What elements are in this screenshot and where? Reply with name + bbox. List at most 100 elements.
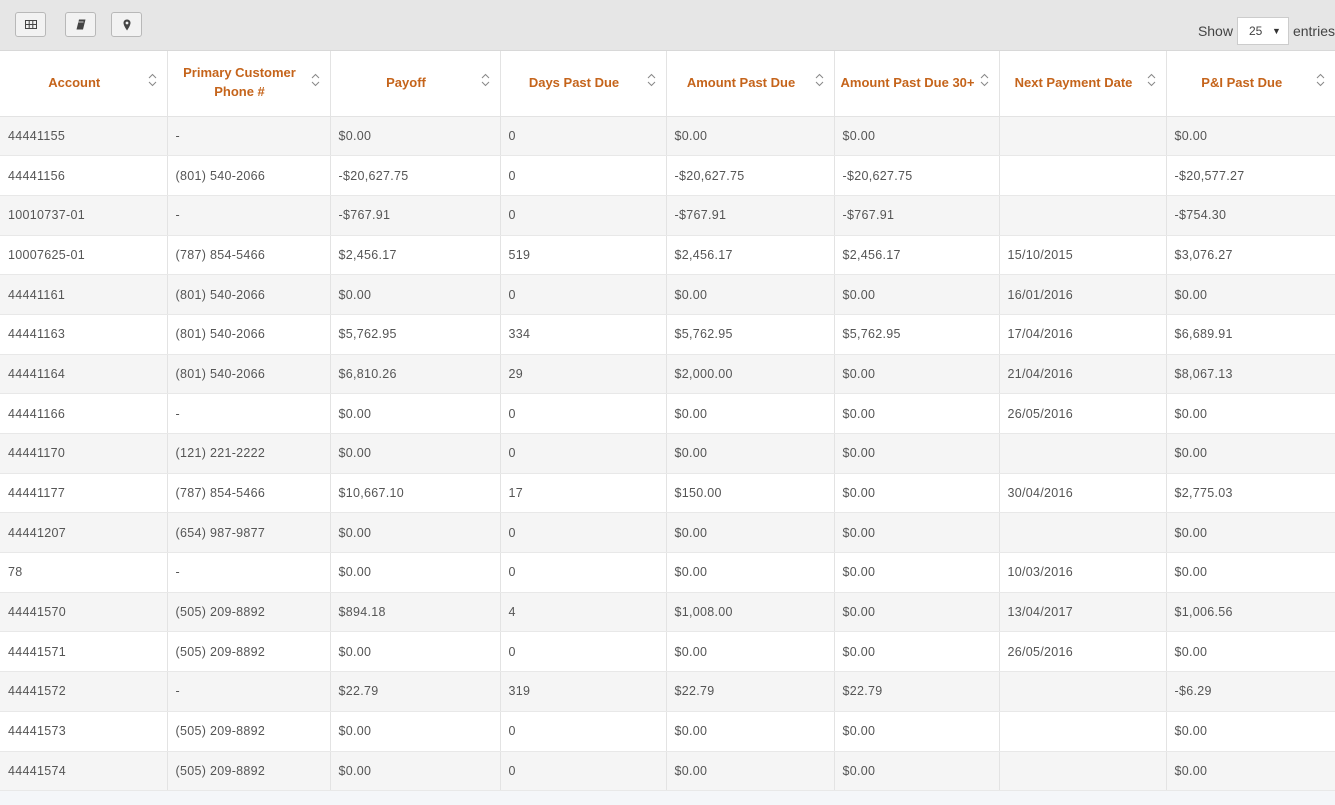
cell-amount-past-due-30: $0.00 xyxy=(834,116,1000,157)
map-view-button[interactable] xyxy=(111,12,142,37)
cell-pi-past-due: $8,067.13 xyxy=(1166,354,1335,395)
cell-payoff: $0.00 xyxy=(330,393,501,434)
cell-next-payment-date xyxy=(999,512,1167,554)
table-row[interactable]: 44441156 (801) 540-2066 -$20,627.75 0 -$20,6… xyxy=(0,155,1335,196)
cell-account: 44441166 xyxy=(0,393,168,434)
table-row[interactable]: 44441163 (801) 540-2066 $5,762.95 334 $5,762… xyxy=(0,314,1335,355)
table-grid-icon xyxy=(24,20,37,29)
cell-amount-past-due-30: $0.00 xyxy=(834,512,1000,554)
column-header-label: Account xyxy=(48,74,101,90)
column-header-pi-past-due[interactable]: P&I Past Due xyxy=(1166,51,1335,117)
table-row[interactable]: 10007625-01 (787) 854-5466 $2,456.17 519 $2,… xyxy=(0,235,1335,276)
cell-primary-customer-phone: - xyxy=(167,552,331,593)
cell-days-past-due: 0 xyxy=(500,631,667,673)
cell-pi-past-due: $0.00 xyxy=(1166,393,1335,434)
cell-amount-past-due-30: $22.79 xyxy=(834,671,1000,712)
cell-next-payment-date: 10/03/2016 xyxy=(999,552,1167,593)
cell-payoff: $0.00 xyxy=(330,512,501,554)
cell-payoff: $2,456.17 xyxy=(330,235,501,276)
cell-account: 44441573 xyxy=(0,711,168,752)
table-row[interactable]: 44441170 (121) 221-2222 $0.00 0 $0.00 $0.00 $0… xyxy=(0,433,1335,474)
cell-amount-past-due-30: $0.00 xyxy=(834,393,1000,434)
cell-amount-past-due: $2,000.00 xyxy=(666,354,835,395)
cell-next-payment-date: 21/04/2016 xyxy=(999,354,1167,395)
column-header-payoff[interactable]: Payoff xyxy=(330,51,501,117)
sort-icon xyxy=(1316,73,1325,87)
table-view-button[interactable] xyxy=(15,12,46,37)
cell-payoff: $0.00 xyxy=(330,631,501,673)
cell-primary-customer-phone: (801) 540-2066 xyxy=(167,354,331,395)
book-icon xyxy=(76,19,85,30)
table-row[interactable]: 44441570 (505) 209-8892 $894.18 4 $1,008.00 $… xyxy=(0,592,1335,633)
column-header-label: Next Payment Date xyxy=(1014,74,1133,90)
cell-next-payment-date xyxy=(999,711,1167,752)
table-row[interactable]: 44441207 (654) 987-9877 $0.00 0 $0.00 $0.00 $0… xyxy=(0,512,1335,554)
cell-amount-past-due-30: $0.00 xyxy=(834,552,1000,593)
cell-amount-past-due-30: $0.00 xyxy=(834,631,1000,673)
table-row[interactable]: 44441155- $0.00 0 $0.00 $0.00 $0.00 xyxy=(0,116,1335,157)
cell-days-past-due: 334 xyxy=(500,314,667,355)
table-row[interactable]: 10010737-01- -$767.91 0 -$767.91 -$767.91 -$7… xyxy=(0,195,1335,236)
column-header-label: Amount Past Due xyxy=(686,74,796,90)
table-row[interactable]: 44441573 (505) 209-8892 $0.00 0 $0.00 $0.00 $0… xyxy=(0,711,1335,752)
table-row[interactable]: 44441572- $22.79 319 $22.79 $22.79 -$6.29 xyxy=(0,671,1335,712)
cell-amount-past-due: $0.00 xyxy=(666,512,835,554)
cell-account: 44441574 xyxy=(0,751,168,792)
column-header-days-past-due[interactable]: Days Past Due xyxy=(500,51,667,117)
table-row[interactable]: 78- $0.00 0 $0.00 $0.00 10/03/2016 $0.00 xyxy=(0,552,1335,593)
cell-amount-past-due: -$20,627.75 xyxy=(666,155,835,196)
table-row[interactable]: 44441164 (801) 540-2066 $6,810.26 29 $2,000.… xyxy=(0,354,1335,395)
cell-amount-past-due-30: $0.00 xyxy=(834,473,1000,514)
cell-account: 44441170 xyxy=(0,433,168,474)
cell-days-past-due: 0 xyxy=(500,274,667,315)
column-header-account[interactable]: Account xyxy=(0,51,168,117)
cell-amount-past-due: $0.00 xyxy=(666,751,835,792)
cell-amount-past-due: $0.00 xyxy=(666,631,835,673)
cell-account: 44441163 xyxy=(0,314,168,355)
cell-pi-past-due: -$6.29 xyxy=(1166,671,1335,712)
cell-days-past-due: 0 xyxy=(500,116,667,157)
cell-days-past-due: 29 xyxy=(500,354,667,395)
cell-account: 44441572 xyxy=(0,671,168,712)
cell-pi-past-due: $0.00 xyxy=(1166,433,1335,474)
cell-account: 44441156 xyxy=(0,155,168,196)
cell-amount-past-due-30: $5,762.95 xyxy=(834,314,1000,355)
show-label: Show xyxy=(1197,23,1233,39)
cell-payoff: $10,667.10 xyxy=(330,473,501,514)
cell-next-payment-date: 15/10/2015 xyxy=(999,235,1167,276)
column-header-next-payment-date[interactable]: Next Payment Date xyxy=(999,51,1167,117)
column-header-primary-customer-phone[interactable]: Primary Customer Phone # xyxy=(167,51,331,117)
page-size-control: Show 25 ▼ entries xyxy=(1198,16,1335,46)
cell-payoff: $0.00 xyxy=(330,116,501,157)
cell-payoff: -$20,627.75 xyxy=(330,155,501,196)
cell-account: 10010737-01 xyxy=(0,195,168,236)
table-row[interactable]: 44441574 (505) 209-8892 $0.00 0 $0.00 $0.00 $0… xyxy=(0,751,1335,792)
cell-next-payment-date: 26/05/2016 xyxy=(999,393,1167,434)
sort-icon xyxy=(647,73,655,87)
cell-next-payment-date: 17/04/2016 xyxy=(999,314,1167,355)
page-size-select[interactable]: 25 ▼ xyxy=(1236,17,1289,45)
cell-amount-past-due: $22.79 xyxy=(666,671,835,712)
table-row[interactable]: 44441161 (801) 540-2066 $0.00 0 $0.00 $0.00 16… xyxy=(0,274,1335,315)
book-view-button[interactable] xyxy=(65,12,96,37)
column-header-amount-past-due[interactable]: Amount Past Due xyxy=(666,51,835,117)
table-row[interactable]: 44441177 (787) 854-5466 $10,667.10 17 $150.0… xyxy=(0,473,1335,514)
cell-account: 44441571 xyxy=(0,631,168,673)
cell-days-past-due: 319 xyxy=(500,671,667,712)
table-row[interactable]: 44441166- $0.00 0 $0.00 $0.00 26/05/2016 $0.00 xyxy=(0,393,1335,434)
cell-amount-past-due: -$767.91 xyxy=(666,195,835,236)
cell-amount-past-due: $5,762.95 xyxy=(666,314,835,355)
cell-pi-past-due: $0.00 xyxy=(1166,711,1335,752)
cell-amount-past-due-30: $0.00 xyxy=(834,274,1000,315)
cell-account: 10007625-01 xyxy=(0,235,168,276)
cell-primary-customer-phone: (801) 540-2066 xyxy=(167,314,331,355)
column-header-amount-past-due-30[interactable]: Amount Past Due 30+ xyxy=(834,51,1000,117)
column-header-label: Primary Customer Phone # xyxy=(183,65,296,100)
cell-account: 44441155 xyxy=(0,116,168,157)
cell-pi-past-due: $0.00 xyxy=(1166,274,1335,315)
table-row[interactable]: 44441571 (505) 209-8892 $0.00 0 $0.00 $0.00 26… xyxy=(0,631,1335,673)
cell-amount-past-due-30: $0.00 xyxy=(834,592,1000,633)
cell-next-payment-date xyxy=(999,195,1167,236)
cell-payoff: $5,762.95 xyxy=(330,314,501,355)
cell-primary-customer-phone: (121) 221-2222 xyxy=(167,433,331,474)
